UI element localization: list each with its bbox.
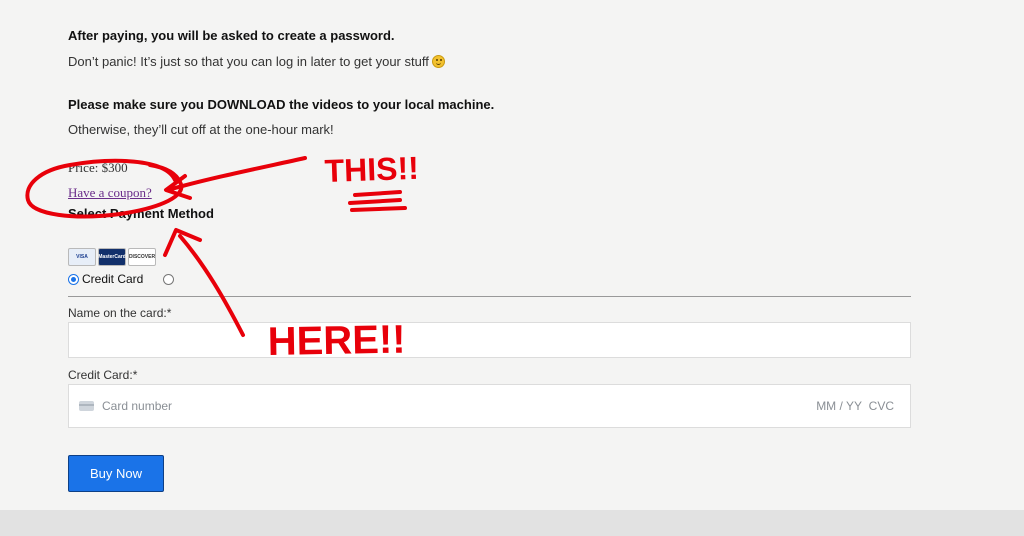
expiry-placeholder: MM / YY [816,399,862,413]
divider [68,296,911,297]
mastercard-logo-icon: MasterCard [98,248,126,266]
coupon-link[interactable]: Have a coupon? [68,185,152,201]
annotation-arrowhead-here [163,228,202,257]
credit-card-icon [79,401,94,411]
password-notice-text: Don’t panic! It’s just so that you can l… [68,54,445,69]
name-on-card-label: Name on the card:* [68,306,172,320]
payment-options: Credit Card [68,272,174,286]
download-notice-text: Otherwise, they’ll cut off at the one-ho… [68,122,334,137]
card-logos: VISA MasterCard DISCOVER [68,248,156,266]
discover-logo-icon: DISCOVER [128,248,156,266]
card-number-placeholder: Card number [102,399,173,413]
password-notice-heading: After paying, you will be asked to creat… [68,28,395,43]
visa-logo-icon: VISA [68,248,96,266]
expiry-cvc-placeholder: MM / YY CVC [816,399,894,413]
annotation-arrowhead-this [164,174,192,200]
credit-card-input[interactable]: Card number MM / YY CVC [68,384,911,428]
annotation-arrow-here [178,234,245,337]
price-label: Price: $300 [68,160,128,175]
alternate-payment-radio[interactable] [163,274,174,285]
smiley-icon [431,55,445,68]
credit-card-label: Credit Card:* [68,368,138,382]
password-notice-message: Don’t panic! It’s just so that you can l… [68,54,429,69]
annotation-arrow-this [166,156,307,192]
cvc-placeholder: CVC [868,399,894,413]
name-on-card-input[interactable] [68,322,911,358]
credit-card-radio-label[interactable]: Credit Card [82,272,143,286]
download-notice-heading: Please make sure you DOWNLOAD the videos… [68,97,495,112]
annotation-underline-this [348,190,407,212]
buy-now-button[interactable]: Buy Now [68,455,164,492]
payment-method-title: Select Payment Method [68,206,214,221]
credit-card-radio[interactable] [68,273,79,285]
footer-band [0,510,1024,536]
annotation-this-text: THIS!! [324,150,419,189]
